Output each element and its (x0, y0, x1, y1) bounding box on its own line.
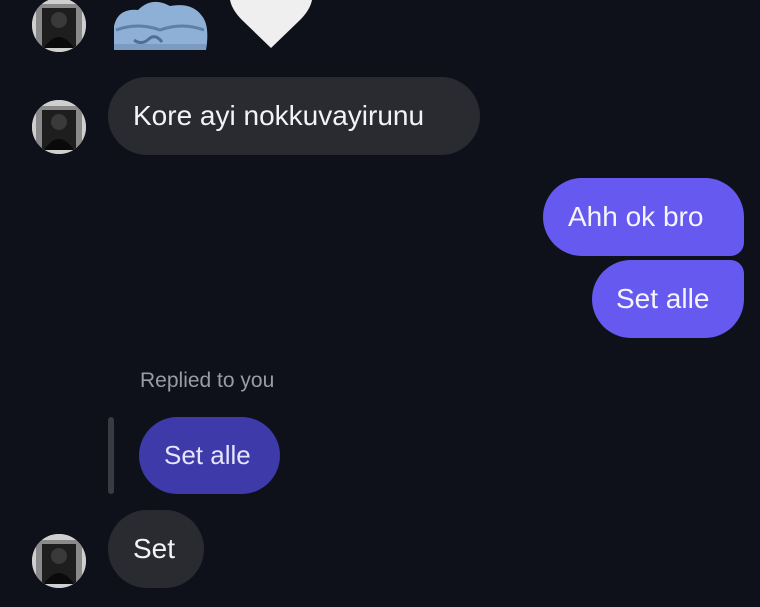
quoted-message-text: Set alle (164, 440, 251, 470)
heart-icon (230, 0, 312, 48)
profile-photo-icon (32, 100, 86, 154)
received-message-bubble[interactable]: Kore ayi nokkuvayirunu (108, 77, 480, 155)
reply-quote-bar (108, 417, 114, 494)
sent-message-bubble[interactable]: Ahh ok bro (543, 178, 744, 256)
message-text: Ahh ok bro (568, 201, 704, 232)
sent-message-bubble[interactable]: Set alle (592, 260, 744, 338)
profile-photo-icon (32, 534, 86, 588)
reply-label: Replied to you (140, 369, 275, 392)
avatar[interactable] (32, 534, 86, 588)
avatar[interactable] (32, 100, 86, 154)
avatar[interactable] (32, 0, 86, 52)
message-text: Set alle (616, 283, 710, 314)
heart-reaction[interactable] (226, 0, 316, 48)
cake-sticker-icon (114, 1, 208, 50)
profile-photo-icon (32, 0, 86, 52)
cake-sticker[interactable] (108, 0, 212, 50)
message-text: Set (133, 533, 176, 564)
quoted-reply-bubble[interactable]: Set alle (139, 417, 280, 494)
received-message-bubble[interactable]: Set (108, 510, 204, 588)
message-text: Kore ayi nokkuvayirunu (133, 100, 425, 131)
